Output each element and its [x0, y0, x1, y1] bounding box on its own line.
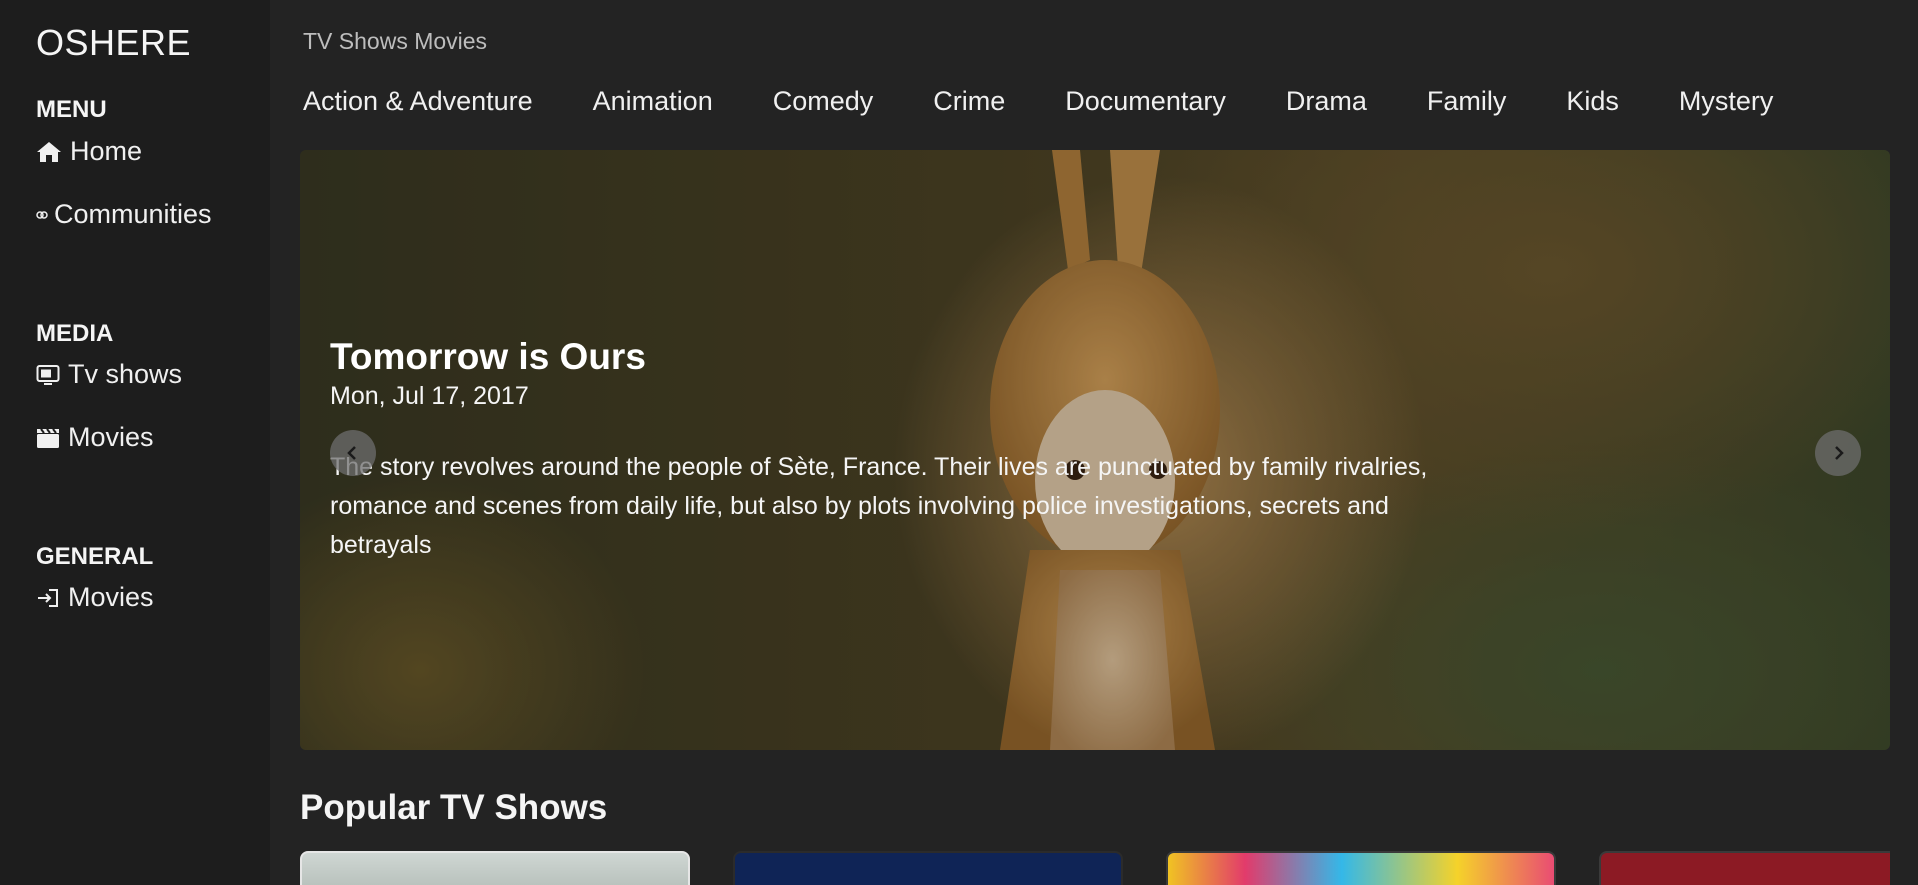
home-icon	[37, 141, 61, 162]
genre-action-adventure[interactable]: Action & Adventure	[303, 86, 533, 117]
chevron-left-icon	[347, 446, 356, 460]
genre-nav: Action & Adventure Animation Comedy Crim…	[303, 86, 1833, 117]
show-card[interactable]	[733, 851, 1123, 885]
sidebar-item-label: Tv shows	[68, 359, 183, 389]
sidebar-item-tv-shows[interactable]: Tv shows	[36, 359, 182, 390]
sidebar-item-label: Communities	[54, 199, 212, 229]
show-card[interactable]	[300, 851, 690, 885]
genre-comedy[interactable]: Comedy	[773, 86, 874, 117]
sidebar-item-home[interactable]: Home	[36, 136, 142, 167]
sidebar-section-general: GENERAL	[36, 543, 154, 570]
app-root: OSHERE MENU Home Communities MEDIA Tv sh…	[0, 0, 1918, 885]
clapperboard-icon	[37, 427, 59, 448]
chevron-right-icon	[1835, 446, 1844, 460]
sidebar-item-label: Movies	[68, 422, 154, 452]
hero-date: Mon, Jul 17, 2017	[330, 382, 529, 410]
top-nav-links[interactable]: TV Shows Movies	[303, 28, 487, 55]
login-icon	[38, 588, 58, 607]
genre-animation[interactable]: Animation	[593, 86, 713, 117]
genre-crime[interactable]: Crime	[933, 86, 1005, 117]
communities-icon	[36, 210, 48, 219]
sidebar-item-general-movies[interactable]: Movies	[36, 582, 154, 613]
sidebar-item-movies[interactable]: Movies	[36, 422, 154, 453]
tv-icon	[36, 364, 60, 385]
hero-title[interactable]: Tomorrow is Ours	[330, 336, 646, 378]
genre-documentary[interactable]: Documentary	[1065, 86, 1226, 117]
sidebar-item-communities[interactable]: Communities	[36, 199, 212, 230]
sidebar-item-label: Home	[70, 136, 143, 166]
sidebar-section-menu: MENU	[36, 96, 107, 123]
carousel-prev-button[interactable]	[330, 430, 376, 476]
popular-tv-shows-row	[300, 851, 1890, 885]
genre-drama[interactable]: Drama	[1286, 86, 1367, 117]
show-card[interactable]	[1166, 851, 1556, 885]
hero-description: The story revolves around the people of …	[330, 453, 1428, 559]
brand-logo[interactable]: OSHERE	[36, 22, 191, 64]
show-card[interactable]	[1599, 851, 1890, 885]
genre-mystery[interactable]: Mystery	[1679, 86, 1774, 117]
popular-tv-shows-heading: Popular TV Shows	[300, 788, 608, 827]
sidebar-item-label: Movies	[68, 582, 154, 612]
sidebar-section-media: MEDIA	[36, 320, 114, 347]
genre-family[interactable]: Family	[1427, 86, 1507, 117]
hero-banner[interactable]: Tomorrow is Ours Mon, Jul 17, 2017 The s…	[300, 150, 1890, 750]
genre-kids[interactable]: Kids	[1566, 86, 1619, 117]
carousel-next-button[interactable]	[1815, 430, 1861, 476]
sidebar: OSHERE MENU Home Communities MEDIA Tv sh…	[0, 0, 270, 885]
